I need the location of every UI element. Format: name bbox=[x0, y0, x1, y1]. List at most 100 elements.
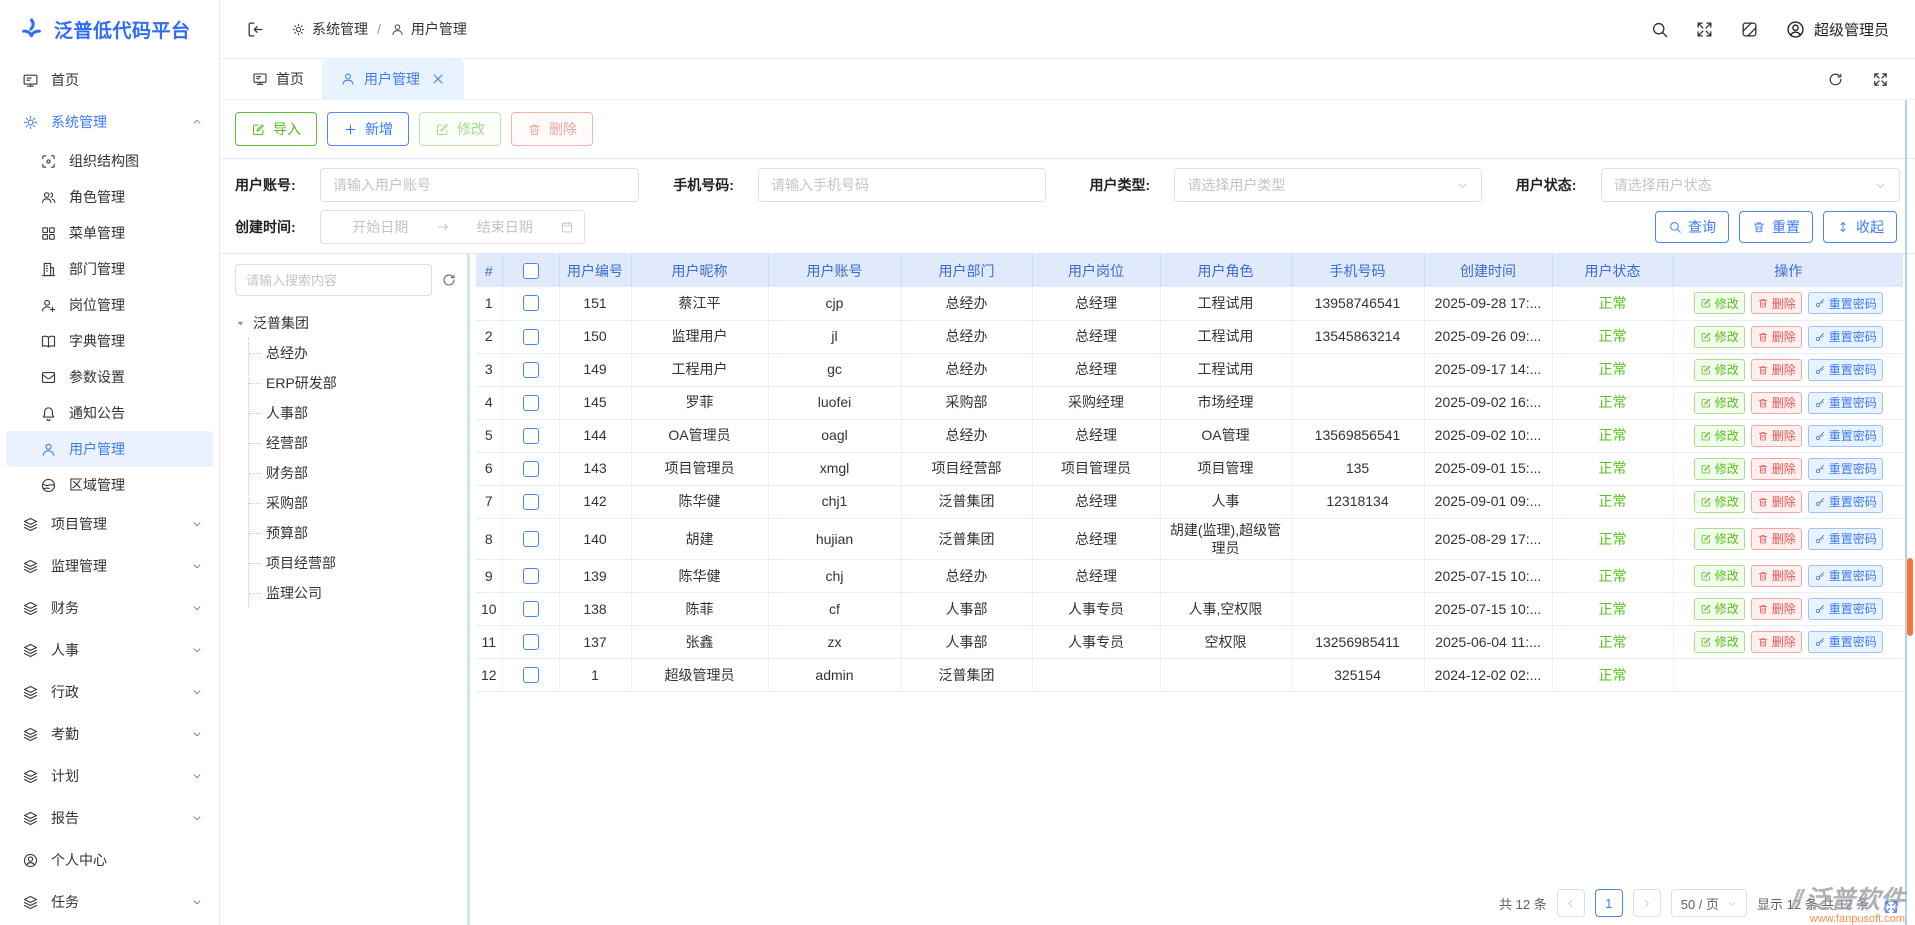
sidebar-item-administration[interactable]: 行政 bbox=[0, 671, 219, 713]
sidebar-item-report[interactable]: 报告 bbox=[0, 797, 219, 839]
row-delete-button[interactable]: 删除 bbox=[1751, 458, 1802, 480]
user-type-select[interactable]: 请选择用户类型 bbox=[1174, 168, 1481, 202]
sidebar-item-dictionary[interactable]: 字典管理 bbox=[0, 323, 219, 359]
row-checkbox[interactable] bbox=[523, 667, 539, 683]
refresh-icon[interactable] bbox=[1827, 71, 1844, 88]
row-reset-password-button[interactable]: 重置密码 bbox=[1808, 631, 1883, 653]
tree-node-6[interactable]: 预算部 bbox=[249, 518, 457, 548]
sidebar-item-hr[interactable]: 人事 bbox=[0, 629, 219, 671]
row-edit-button[interactable]: 修改 bbox=[1694, 458, 1745, 480]
row-checkbox[interactable] bbox=[523, 329, 539, 345]
row-edit-button[interactable]: 修改 bbox=[1694, 565, 1745, 587]
row-delete-button[interactable]: 删除 bbox=[1751, 326, 1802, 348]
row-edit-button[interactable]: 修改 bbox=[1694, 392, 1745, 414]
sidebar-item-params[interactable]: 参数设置 bbox=[0, 359, 219, 395]
row-delete-button[interactable]: 删除 bbox=[1751, 491, 1802, 513]
row-delete-button[interactable]: 删除 bbox=[1751, 359, 1802, 381]
row-delete-button[interactable]: 删除 bbox=[1751, 528, 1802, 550]
row-edit-button[interactable]: 修改 bbox=[1694, 491, 1745, 513]
row-delete-button[interactable]: 删除 bbox=[1751, 631, 1802, 653]
row-edit-button[interactable]: 修改 bbox=[1694, 326, 1745, 348]
tree-node-4[interactable]: 财务部 bbox=[249, 458, 457, 488]
row-edit-button[interactable]: 修改 bbox=[1694, 631, 1745, 653]
collapse-filters-button[interactable]: 收起 bbox=[1823, 211, 1897, 243]
row-checkbox[interactable] bbox=[523, 531, 539, 547]
row-delete-button[interactable]: 删除 bbox=[1751, 598, 1802, 620]
sidebar-item-department[interactable]: 部门管理 bbox=[0, 251, 219, 287]
tree-search-input[interactable] bbox=[235, 264, 432, 296]
row-edit-button[interactable]: 修改 bbox=[1694, 425, 1745, 447]
tree-refresh-icon[interactable] bbox=[441, 272, 457, 288]
row-checkbox[interactable] bbox=[523, 601, 539, 617]
sidebar-item-post[interactable]: 岗位管理 bbox=[0, 287, 219, 323]
row-reset-password-button[interactable]: 重置密码 bbox=[1808, 292, 1883, 314]
row-checkbox[interactable] bbox=[523, 634, 539, 650]
sidebar-item-supervision[interactable]: 监理管理 bbox=[0, 545, 219, 587]
sidebar-item-personal-center[interactable]: 个人中心 bbox=[0, 839, 219, 881]
breadcrumb-item-user-management[interactable]: 用户管理 bbox=[390, 19, 467, 39]
row-delete-button[interactable]: 删除 bbox=[1751, 565, 1802, 587]
row-checkbox[interactable] bbox=[523, 295, 539, 311]
add-button[interactable]: 新增 bbox=[327, 112, 409, 146]
row-checkbox[interactable] bbox=[523, 494, 539, 510]
current-page-button[interactable]: 1 bbox=[1595, 889, 1623, 917]
maximize-panel-icon[interactable] bbox=[1872, 71, 1889, 88]
edit-button[interactable]: 修改 bbox=[419, 112, 501, 146]
sidebar-item-system[interactable]: 系统管理 bbox=[0, 101, 219, 143]
sidebar-item-project[interactable]: 项目管理 bbox=[0, 503, 219, 545]
row-reset-password-button[interactable]: 重置密码 bbox=[1808, 458, 1883, 480]
query-button[interactable]: 查询 bbox=[1655, 211, 1729, 243]
phone-input[interactable] bbox=[758, 168, 1045, 202]
user-menu[interactable]: 超级管理员 bbox=[1785, 19, 1889, 40]
row-reset-password-button[interactable]: 重置密码 bbox=[1808, 491, 1883, 513]
row-delete-button[interactable]: 删除 bbox=[1751, 425, 1802, 447]
tree-node-3[interactable]: 经营部 bbox=[249, 428, 457, 458]
row-checkbox[interactable] bbox=[523, 395, 539, 411]
account-input[interactable] bbox=[320, 168, 639, 202]
row-reset-password-button[interactable]: 重置密码 bbox=[1808, 326, 1883, 348]
page-size-select[interactable]: 50 / 页 bbox=[1671, 889, 1747, 917]
table-fullscreen-icon[interactable] bbox=[1883, 899, 1899, 915]
sidebar-item-attendance[interactable]: 考勤 bbox=[0, 713, 219, 755]
fullscreen-icon[interactable] bbox=[1695, 20, 1714, 39]
sidebar-item-home[interactable]: 首页 bbox=[0, 59, 219, 101]
row-edit-button[interactable]: 修改 bbox=[1694, 598, 1745, 620]
row-checkbox[interactable] bbox=[523, 362, 539, 378]
sidebar-item-role[interactable]: 角色管理 bbox=[0, 179, 219, 215]
sidebar-item-user[interactable]: 用户管理 bbox=[6, 431, 213, 467]
delete-button[interactable]: 删除 bbox=[511, 112, 593, 146]
row-reset-password-button[interactable]: 重置密码 bbox=[1808, 528, 1883, 550]
row-reset-password-button[interactable]: 重置密码 bbox=[1808, 425, 1883, 447]
sidebar-item-plan[interactable]: 计划 bbox=[0, 755, 219, 797]
select-all-checkbox[interactable] bbox=[523, 263, 539, 279]
tree-node-1[interactable]: ERP研发部 bbox=[249, 368, 457, 398]
created-date-range[interactable]: 开始日期 结束日期 bbox=[320, 210, 585, 244]
next-page-button[interactable] bbox=[1633, 889, 1661, 917]
row-reset-password-button[interactable]: 重置密码 bbox=[1808, 565, 1883, 587]
theme-layout-icon[interactable] bbox=[1740, 20, 1759, 39]
sidebar-item-org-chart[interactable]: 组织结构图 bbox=[0, 143, 219, 179]
sidebar-item-notice[interactable]: 通知公告 bbox=[0, 395, 219, 431]
tree-node-8[interactable]: 监理公司 bbox=[249, 578, 457, 608]
row-reset-password-button[interactable]: 重置密码 bbox=[1808, 359, 1883, 381]
row-edit-button[interactable]: 修改 bbox=[1694, 528, 1745, 550]
row-edit-button[interactable]: 修改 bbox=[1694, 359, 1745, 381]
reset-button[interactable]: 重置 bbox=[1739, 211, 1813, 243]
row-edit-button[interactable]: 修改 bbox=[1694, 292, 1745, 314]
row-checkbox[interactable] bbox=[523, 428, 539, 444]
tree-root-node[interactable]: 泛普集团 bbox=[235, 308, 457, 338]
sidebar-item-finance[interactable]: 财务 bbox=[0, 587, 219, 629]
sidebar-item-menu[interactable]: 菜单管理 bbox=[0, 215, 219, 251]
global-search-icon[interactable] bbox=[1650, 20, 1669, 39]
prev-page-button[interactable] bbox=[1557, 889, 1585, 917]
tree-node-2[interactable]: 人事部 bbox=[249, 398, 457, 428]
scrollbar-thumb[interactable] bbox=[1907, 558, 1913, 636]
tree-node-7[interactable]: 项目经营部 bbox=[249, 548, 457, 578]
sidebar-collapse-icon[interactable] bbox=[246, 20, 265, 39]
user-status-select[interactable]: 请选择用户状态 bbox=[1601, 168, 1900, 202]
tree-node-5[interactable]: 采购部 bbox=[249, 488, 457, 518]
row-delete-button[interactable]: 删除 bbox=[1751, 392, 1802, 414]
row-reset-password-button[interactable]: 重置密码 bbox=[1808, 598, 1883, 620]
sidebar-item-task[interactable]: 任务 bbox=[0, 881, 219, 923]
sidebar-item-region[interactable]: 区域管理 bbox=[0, 467, 219, 503]
